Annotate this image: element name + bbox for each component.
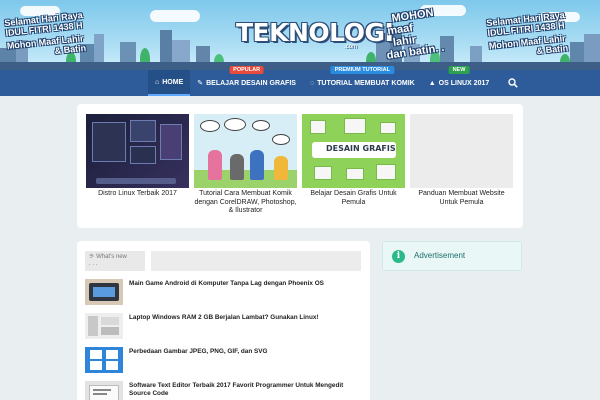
- whats-new-panel: ⚞ What's new . . . Main Game Android di …: [77, 241, 370, 400]
- header-banner: Selamat Hari Raya IDUL FITRI 1438 H Moho…: [0, 0, 600, 70]
- news-title[interactable]: Perbedaan Gambar JPEG, PNG, GIF, dan SVG: [129, 348, 359, 356]
- rss-icon: ⚞: [89, 254, 95, 260]
- featured-title[interactable]: Distro Linux Terbaik 2017: [86, 190, 189, 199]
- news-thumb[interactable]: [85, 313, 123, 339]
- greeting-center: MOHON maaf lahir dan batin. .: [385, 7, 446, 62]
- greeting-right: Selamat Hari Raya IDUL FITRI 1438 H Moho…: [485, 10, 569, 57]
- pencil-icon: ✎: [197, 80, 204, 87]
- new-badge: NEW: [448, 66, 470, 74]
- news-thumb[interactable]: [85, 381, 123, 400]
- nav-item-tutorial-komik[interactable]: PREMIUM TUTORIAL ◌ TUTORIAL MEMBUAT KOMI…: [303, 66, 422, 96]
- news-thumb[interactable]: [85, 279, 123, 305]
- main-nav: ⌂ HOME POPULAR ✎ BELAJAR DESAIN GRAFIS P…: [0, 66, 600, 96]
- news-title[interactable]: Laptop Windows RAM 2 GB Berjalan Lambat?…: [129, 314, 359, 322]
- search-icon[interactable]: [508, 78, 518, 88]
- featured-card[interactable]: DESAIN GRAFIS Belajar Desain Grafis Untu…: [302, 114, 405, 207]
- news-thumb[interactable]: [85, 347, 123, 373]
- nav-item-desain-grafis[interactable]: POPULAR ✎ BELAJAR DESAIN GRAFIS: [190, 66, 303, 96]
- nav-item-os-linux[interactable]: NEW ▲ OS LINUX 2017: [422, 66, 497, 96]
- nav-item-home[interactable]: ⌂ HOME: [148, 70, 191, 96]
- list-item[interactable]: Main Game Android di Komputer Tanpa Lag …: [85, 279, 365, 305]
- list-item[interactable]: Laptop Windows RAM 2 GB Berjalan Lambat?…: [85, 313, 365, 339]
- featured-thumb-komik[interactable]: [194, 114, 297, 188]
- advertisement-box: i Advertisement: [382, 241, 522, 271]
- linux-icon: ▲: [428, 79, 436, 87]
- list-item[interactable]: Software Text Editor Terbaik 2017 Favori…: [85, 381, 365, 400]
- greeting-left: Selamat Hari Raya IDUL FITRI 1438 H Moho…: [3, 10, 87, 57]
- featured-card[interactable]: Panduan Membuat Website Untuk Pemula: [410, 114, 513, 207]
- info-icon: i: [392, 250, 405, 263]
- home-icon: ⌂: [155, 78, 160, 86]
- site-logo-domain: .com: [344, 44, 358, 50]
- featured-title[interactable]: Tutorial Cara Membuat Komik dengan Corel…: [194, 190, 297, 216]
- featured-thumb-desain[interactable]: DESAIN GRAFIS: [302, 114, 405, 188]
- featured-title[interactable]: Panduan Membuat Website Untuk Pemula: [410, 190, 513, 207]
- popular-badge: POPULAR: [229, 66, 265, 74]
- featured-card[interactable]: Tutorial Cara Membuat Komik dengan Corel…: [194, 114, 297, 216]
- news-title[interactable]: Main Game Android di Komputer Tanpa Lag …: [129, 280, 359, 288]
- featured-thumb-linux[interactable]: [86, 114, 189, 188]
- whats-new-tab[interactable]: ⚞ What's new . . .: [85, 251, 145, 271]
- chat-icon: ◌: [309, 79, 315, 87]
- desain-grafis-label: DESAIN GRAFIS: [326, 144, 396, 153]
- news-ticker: [151, 251, 361, 271]
- featured-card[interactable]: Distro Linux Terbaik 2017: [86, 114, 189, 199]
- featured-thumb-website[interactable]: [410, 114, 513, 188]
- list-item[interactable]: Perbedaan Gambar JPEG, PNG, GIF, dan SVG: [85, 347, 365, 373]
- premium-badge: PREMIUM TUTORIAL: [330, 66, 394, 74]
- featured-title[interactable]: Belajar Desain Grafis Untuk Pemula: [302, 190, 405, 207]
- advertisement-label: Advertisement: [414, 251, 466, 260]
- news-title[interactable]: Software Text Editor Terbaik 2017 Favori…: [129, 382, 359, 398]
- featured-posts: Distro Linux Terbaik 2017 Tutorial Cara …: [77, 104, 523, 228]
